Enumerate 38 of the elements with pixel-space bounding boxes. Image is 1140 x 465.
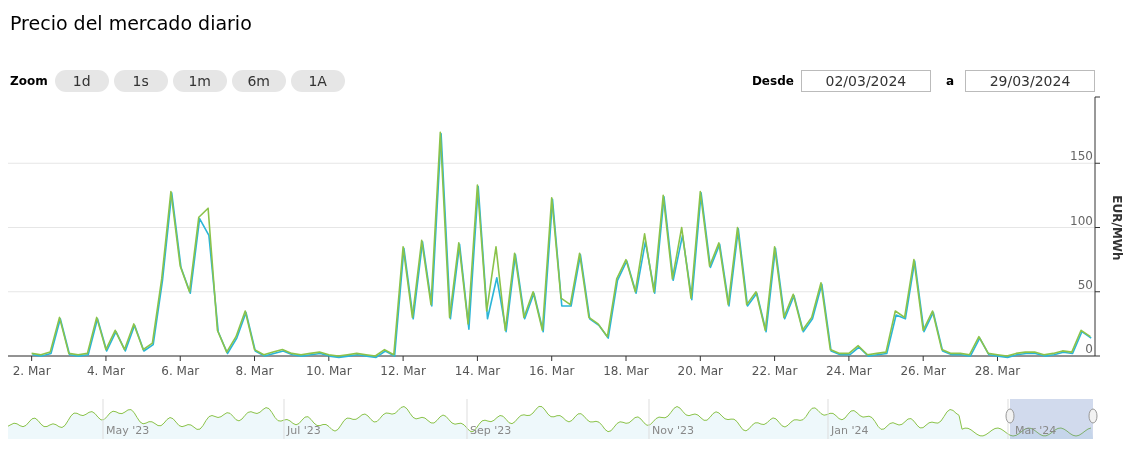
navigator-handle[interactable] bbox=[1088, 408, 1098, 424]
zoom-button[interactable]: 1s bbox=[113, 70, 168, 92]
axis-tick-label: 6. Mar bbox=[161, 364, 200, 378]
from-label: Desde bbox=[751, 74, 794, 88]
axis-tick-label: 0 bbox=[1085, 342, 1093, 356]
axis-tick-label: 24. Mar bbox=[826, 364, 872, 378]
navigator-date-label: Jul '23 bbox=[287, 424, 321, 437]
axis-tick-label: 18. Mar bbox=[603, 364, 649, 378]
chart-title: Precio del mercado diario bbox=[10, 11, 252, 36]
navigator-handle[interactable] bbox=[1005, 408, 1015, 424]
navigator-selection[interactable] bbox=[1010, 399, 1093, 439]
zoom-button[interactable]: 1m bbox=[172, 70, 227, 92]
navigator-date-label: Sep '23 bbox=[470, 424, 512, 437]
axis-tick-label: 28. Mar bbox=[974, 364, 1021, 378]
axis-tick-label: 12. Mar bbox=[380, 364, 426, 378]
axis-tick-label: 4. Mar bbox=[87, 364, 125, 378]
axis-tick-label: 50 bbox=[1077, 277, 1093, 292]
zoom-button[interactable]: 1A bbox=[290, 70, 345, 92]
axis-tick-label: 16. Mar bbox=[528, 364, 575, 378]
axis-tick-label: 100 bbox=[1070, 213, 1093, 228]
axis-title: EUR/MWh bbox=[1110, 195, 1124, 261]
to-label: a bbox=[945, 74, 954, 88]
navigator-date-label: May '23 bbox=[106, 424, 150, 437]
axis-tick-label: 2. Mar bbox=[12, 364, 51, 378]
zoom-label: Zoom bbox=[10, 74, 48, 88]
axis-tick-label: 20. Mar bbox=[677, 364, 724, 378]
zoom-button[interactable]: 1d bbox=[54, 70, 109, 92]
zoom-button[interactable]: 6m bbox=[231, 70, 286, 92]
axis-tick-label: 10. Mar bbox=[306, 364, 352, 378]
axis-tick-label: 8. Mar bbox=[235, 364, 274, 378]
navigator-date-label: Nov '23 bbox=[652, 424, 694, 437]
to-date-field[interactable]: 29/03/2024 bbox=[965, 70, 1095, 92]
axis-tick-label: 14. Mar bbox=[454, 364, 501, 378]
axis-tick-label: 150 bbox=[1070, 149, 1093, 164]
navigator-date-label: Jan '24 bbox=[831, 424, 869, 437]
axis-tick-label: 22. Mar bbox=[751, 364, 798, 378]
axis-tick-label: 26. Mar bbox=[900, 364, 946, 378]
from-date-field[interactable]: 02/03/2024 bbox=[800, 70, 931, 92]
